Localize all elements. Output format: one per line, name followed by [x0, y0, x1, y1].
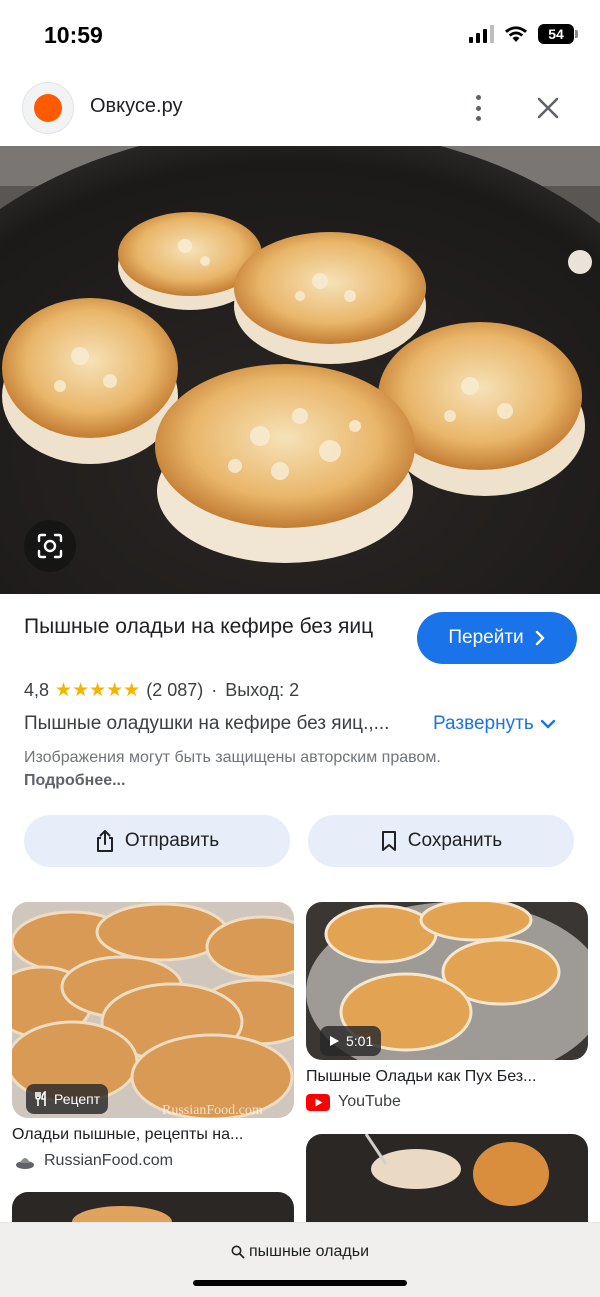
source-header: Овкусе.ру [0, 78, 600, 138]
result-description: Пышные оладушки на кефире без яиц.,... [24, 713, 390, 734]
site-name[interactable]: Овкусе.ру [90, 95, 183, 118]
chevron-right-icon [535, 630, 544, 646]
related-image-card[interactable]: RussianFood.com Рецепт [12, 902, 294, 1118]
copyright-text: Изображения могут быть защищены авторски… [24, 749, 441, 766]
status-bar: 10:59 54 [0, 0, 600, 70]
recipe-badge-label: Рецепт [54, 1091, 101, 1107]
save-button[interactable]: Сохранить [308, 815, 574, 867]
card-source-name: YouTube [338, 1093, 401, 1110]
search-query[interactable]: пышные оладьи [0, 1243, 600, 1261]
yield-text: Выход: 2 [225, 680, 300, 700]
video-duration: 5:01 [346, 1033, 374, 1049]
site-logo-icon[interactable] [22, 82, 74, 134]
visit-button[interactable]: Перейти [417, 612, 577, 664]
share-button[interactable]: Отправить [24, 815, 290, 867]
visual-search-icon[interactable] [24, 520, 76, 572]
related-video-card[interactable]: 5:01 [306, 902, 588, 1060]
expand-button[interactable]: Развернуть [433, 713, 556, 735]
bottom-search-bar[interactable]: пышные оладьи [0, 1222, 600, 1297]
review-count: (2 087) [146, 680, 204, 700]
wifi-icon [505, 26, 527, 42]
card-source-name: RussianFood.com [44, 1152, 173, 1169]
search-icon [231, 1245, 245, 1259]
search-query-text: пышные оладьи [248, 1243, 370, 1260]
youtube-icon [306, 1093, 330, 1111]
more-options-icon[interactable] [466, 92, 490, 124]
signal-icon [469, 25, 494, 43]
play-icon [330, 1036, 339, 1046]
home-indicator[interactable] [193, 1280, 407, 1286]
learn-more-link[interactable]: Подробнее... [24, 772, 125, 789]
status-icons: 54 [469, 24, 578, 44]
close-icon[interactable] [532, 92, 564, 124]
card-title[interactable]: Оладьи пышные, рецепты на... [12, 1126, 294, 1144]
russianfood-logo-icon [16, 1158, 34, 1169]
separator-dot: · [211, 680, 218, 700]
card-source[interactable]: RussianFood.com [14, 1151, 173, 1171]
recipe-badge: Рецепт [26, 1084, 109, 1114]
star-rating-icon: ★★★★★ [55, 680, 141, 701]
card-title[interactable]: Пышные Оладьи как Пух Без... [306, 1068, 588, 1086]
visit-button-label: Перейти [448, 627, 524, 648]
share-label: Отправить [124, 830, 220, 851]
battery-icon: 54 [538, 24, 578, 44]
card-source[interactable]: YouTube [306, 1093, 401, 1111]
chevron-down-icon [540, 719, 555, 729]
status-time: 10:59 [44, 22, 103, 48]
result-title[interactable]: Пышные оладьи на кефире без яиц [24, 612, 404, 642]
rating-row: 4,8 ★★★★★ (2 087) · Выход: 2 [24, 679, 299, 702]
video-duration-badge: 5:01 [320, 1026, 382, 1056]
watermark: RussianFood.com [162, 1103, 263, 1118]
rating-value: 4,8 [24, 680, 50, 700]
fork-knife-icon [35, 1091, 46, 1106]
share-icon [96, 830, 113, 852]
expand-label: Развернуть [433, 713, 534, 734]
copyright-notice: Изображения могут быть защищены авторски… [24, 746, 444, 792]
pancakes-illustration [0, 146, 600, 594]
hero-image[interactable] [0, 146, 600, 594]
save-label: Сохранить [407, 830, 503, 851]
bookmark-icon [381, 831, 396, 851]
